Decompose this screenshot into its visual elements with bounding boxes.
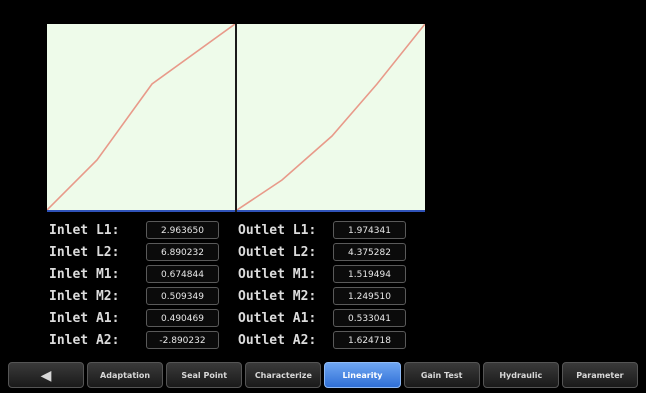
inlet-m2-label: Inlet M2:	[49, 289, 120, 304]
outlet-l1-label: Outlet L1:	[238, 223, 317, 238]
inlet-l1-label: Inlet L1:	[49, 223, 120, 238]
outlet-a1-label: Outlet A1:	[238, 311, 317, 326]
tab-gain-test[interactable]: Gain Test	[403, 362, 480, 388]
inlet-m1-label: Inlet M1:	[49, 267, 120, 282]
inlet-l2-value[interactable]: 6.890232	[146, 243, 219, 261]
tab-seal-point[interactable]: Seal Point	[166, 362, 243, 388]
inlet-a2-value[interactable]: -2.890232	[146, 331, 219, 349]
outlet-l1-value[interactable]: 1.974341	[333, 221, 406, 239]
linearity-screen: Inlet L1: 2.963650 Inlet L2: 6.890232 In…	[0, 0, 646, 393]
outlet-a2-label: Outlet A2:	[238, 333, 317, 348]
inlet-m1-value[interactable]: 0.674844	[146, 265, 219, 283]
outlet-m1-value[interactable]: 1.519494	[333, 265, 406, 283]
tab-parameter[interactable]: Parameter	[561, 362, 638, 388]
inlet-m2-value[interactable]: 0.509349	[146, 287, 219, 305]
inlet-l1-value[interactable]: 2.963650	[146, 221, 219, 239]
outlet-a2-value[interactable]: 1.624718	[333, 331, 406, 349]
inlet-a1-label: Inlet A1:	[49, 311, 120, 326]
outlet-l2-label: Outlet L2:	[238, 245, 317, 260]
outlet-m2-label: Outlet M2:	[238, 289, 317, 304]
inlet-l2-label: Inlet L2:	[49, 245, 120, 260]
tab-linearity[interactable]: Linearity	[324, 362, 401, 388]
back-arrow-icon[interactable]: ◀	[8, 362, 84, 388]
outlet-m2-value[interactable]: 1.249510	[333, 287, 406, 305]
outlet-linearity-plot	[237, 24, 425, 212]
outlet-m1-label: Outlet M1:	[238, 267, 317, 282]
tab-characterize[interactable]: Characterize	[245, 362, 322, 388]
inlet-a2-label: Inlet A2:	[49, 333, 120, 348]
outlet-l2-value[interactable]: 4.375282	[333, 243, 406, 261]
inlet-linearity-plot	[47, 24, 235, 212]
tab-adaptation[interactable]: Adaptation	[87, 362, 164, 388]
inlet-a1-value[interactable]: 0.490469	[146, 309, 219, 327]
bottom-tab-bar: ◀ Adaptation Seal Point Characterize Lin…	[8, 362, 638, 388]
outlet-linearity-curve	[237, 24, 425, 210]
inlet-linearity-curve	[47, 24, 235, 210]
outlet-a1-value[interactable]: 0.533041	[333, 309, 406, 327]
tab-hydraulic[interactable]: Hydraulic	[482, 362, 559, 388]
